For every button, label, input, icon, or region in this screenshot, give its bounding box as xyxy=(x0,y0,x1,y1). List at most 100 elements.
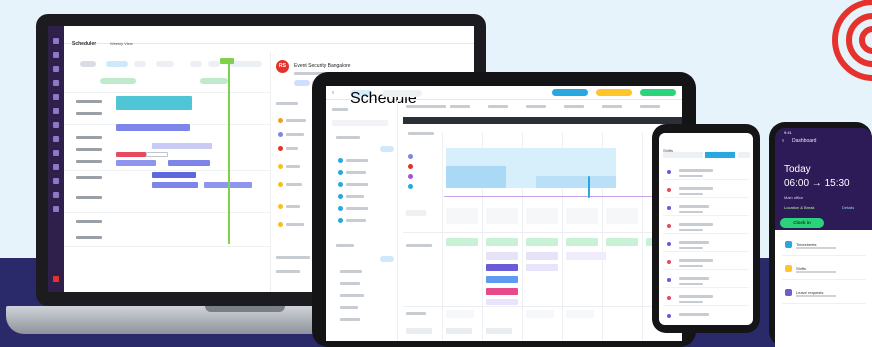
nav-report-icon[interactable] xyxy=(53,108,59,114)
list-item[interactable] xyxy=(663,202,749,216)
break-link[interactable]: Location & Break xyxy=(784,205,814,210)
shift-card[interactable] xyxy=(486,288,518,295)
filter-chip[interactable] xyxy=(190,61,202,67)
filter-chip[interactable] xyxy=(156,61,174,67)
sidebar-item[interactable] xyxy=(340,306,358,309)
shift-card[interactable] xyxy=(486,264,518,271)
summary-card[interactable] xyxy=(446,208,478,224)
phone-tab[interactable] xyxy=(663,152,703,158)
shift-bar[interactable] xyxy=(116,96,192,110)
shift-card[interactable] xyxy=(486,299,518,305)
shift-card[interactable] xyxy=(566,252,606,260)
nav-home-icon[interactable] xyxy=(53,38,59,44)
nav-money-icon[interactable] xyxy=(53,164,59,170)
list-item[interactable] xyxy=(663,166,749,180)
nav-people-icon[interactable] xyxy=(53,66,59,72)
shift-card[interactable] xyxy=(526,238,558,246)
shift-card[interactable] xyxy=(446,310,474,318)
details-link[interactable]: Details xyxy=(842,205,854,210)
sidebar-toggle[interactable] xyxy=(380,146,394,152)
sidebar-search[interactable] xyxy=(332,120,388,126)
menu-icon[interactable]: ≡ xyxy=(782,138,784,143)
panel-line xyxy=(286,183,302,186)
list-item[interactable]: Leave requests xyxy=(782,282,866,304)
checkbox[interactable] xyxy=(338,182,343,187)
list-item-sub xyxy=(796,295,836,297)
shift-card[interactable] xyxy=(606,238,638,246)
shift-card[interactable] xyxy=(486,276,518,283)
list-item-sub xyxy=(679,193,703,195)
list-item[interactable] xyxy=(663,274,749,288)
shift-bar[interactable] xyxy=(152,172,196,178)
summary-card[interactable] xyxy=(566,208,598,224)
shift-card[interactable] xyxy=(526,310,554,318)
nav-chat-icon[interactable] xyxy=(53,136,59,142)
clock-in-button[interactable]: Clock in xyxy=(780,218,824,228)
nav-profile-icon[interactable] xyxy=(53,276,59,282)
list-item[interactable]: Timesheets xyxy=(782,234,866,256)
sidebar-item[interactable] xyxy=(346,183,368,186)
shift-bar[interactable] xyxy=(146,152,168,157)
filter-chip[interactable] xyxy=(208,61,220,67)
tablet-menu-icon[interactable]: ≡ xyxy=(332,90,334,95)
shift-card[interactable] xyxy=(526,252,558,260)
shift-bar[interactable] xyxy=(168,160,210,166)
list-item[interactable]: Shifts xyxy=(782,258,866,280)
publish-button[interactable] xyxy=(552,89,588,96)
list-item[interactable] xyxy=(663,256,749,270)
tablet-nav-chip[interactable]: Schedule xyxy=(350,90,417,107)
nav-task-icon[interactable] xyxy=(53,150,59,156)
sidebar-item[interactable] xyxy=(340,318,360,321)
nav-clock-icon[interactable] xyxy=(53,80,59,86)
nav-chart-icon[interactable] xyxy=(53,94,59,100)
shift-bar[interactable] xyxy=(116,160,156,166)
summary-card[interactable] xyxy=(606,208,638,224)
toolbar-chip[interactable] xyxy=(80,61,96,67)
shift-card[interactable] xyxy=(566,238,598,246)
sidebar-toggle[interactable] xyxy=(380,256,394,262)
phone-tab-active[interactable] xyxy=(705,152,735,158)
warning-button[interactable] xyxy=(596,89,632,96)
nav-bell-icon[interactable] xyxy=(53,192,59,198)
nav-map-icon[interactable] xyxy=(53,122,59,128)
checkbox[interactable] xyxy=(338,218,343,223)
sidebar-item[interactable] xyxy=(340,294,364,297)
shift-bar[interactable] xyxy=(116,152,146,157)
shift-card[interactable] xyxy=(486,252,518,260)
shift-card[interactable] xyxy=(566,310,594,318)
shift-bar[interactable] xyxy=(152,182,198,188)
date-picker[interactable] xyxy=(106,61,128,67)
filter-chip[interactable] xyxy=(134,61,146,67)
sidebar-item[interactable] xyxy=(346,159,368,162)
sidebar-item[interactable] xyxy=(346,207,368,210)
tablet-nav-chip[interactable] xyxy=(382,90,422,97)
shift-card[interactable] xyxy=(446,238,478,246)
list-item[interactable] xyxy=(663,220,749,234)
nav-doc-icon[interactable] xyxy=(53,178,59,184)
list-item[interactable] xyxy=(663,292,749,306)
phone-filter[interactable] xyxy=(738,152,750,158)
approve-button[interactable] xyxy=(640,89,676,96)
checkbox[interactable] xyxy=(338,170,343,175)
shift-card[interactable] xyxy=(486,238,518,246)
nav-calendar-icon[interactable] xyxy=(53,52,59,58)
summary-card[interactable] xyxy=(486,208,518,224)
checkbox[interactable] xyxy=(338,158,343,163)
shift-card[interactable] xyxy=(526,264,558,271)
summary-card[interactable] xyxy=(526,208,558,224)
shift-bar[interactable] xyxy=(152,143,212,149)
checkbox[interactable] xyxy=(338,194,343,199)
nav-settings-icon[interactable] xyxy=(53,206,59,212)
list-item[interactable] xyxy=(663,238,749,252)
sidebar-item[interactable] xyxy=(340,270,362,273)
sidebar-item[interactable] xyxy=(346,171,366,174)
sidebar-item[interactable] xyxy=(346,195,364,198)
sidebar-item[interactable] xyxy=(346,219,366,222)
checkbox[interactable] xyxy=(338,206,343,211)
list-item[interactable] xyxy=(663,310,749,324)
view-selector[interactable]: Weekly View xyxy=(110,41,133,46)
shift-bar[interactable] xyxy=(116,124,190,131)
sidebar-item[interactable] xyxy=(340,282,360,285)
summary-card[interactable] xyxy=(406,210,426,216)
list-item[interactable] xyxy=(663,184,749,198)
